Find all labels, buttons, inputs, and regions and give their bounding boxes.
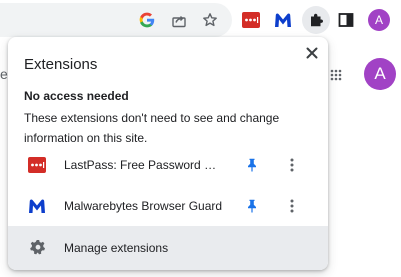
star-icon[interactable] (201, 11, 219, 29)
browser-toolbar: A (0, 0, 401, 40)
section-title: No access needed (24, 89, 129, 103)
more-options-icon[interactable] (284, 155, 300, 175)
extensions-popup: Extensions No access needed These extens… (8, 37, 328, 270)
popup-title: Extensions (24, 56, 98, 73)
pin-icon[interactable] (244, 156, 260, 174)
pin-icon[interactable] (244, 197, 260, 215)
side-panel-icon[interactable] (337, 11, 355, 29)
address-bar[interactable] (0, 3, 232, 37)
lastpass-icon (28, 157, 46, 173)
share-icon[interactable] (170, 11, 188, 29)
profile-avatar[interactable]: A (368, 9, 390, 31)
lastpass-extension-icon[interactable] (241, 10, 261, 30)
page-edge-text: e (0, 66, 8, 82)
google-g-icon[interactable] (138, 11, 156, 29)
browser-window: A e A Extensions No access needed These … (0, 0, 401, 277)
extension-item-malwarebytes[interactable]: Malwarebytes Browser Guard (8, 189, 328, 223)
puzzle-icon[interactable] (302, 6, 330, 34)
apps-grid-icon[interactable] (330, 68, 342, 81)
malwarebytes-extension-icon[interactable] (273, 10, 293, 30)
close-icon[interactable] (302, 43, 322, 63)
more-options-icon[interactable] (284, 196, 300, 216)
extension-item-lastpass[interactable]: LastPass: Free Password Manager (8, 148, 328, 182)
malwarebytes-icon (28, 198, 46, 214)
extension-label: LastPass: Free Password Manager (64, 158, 224, 172)
manage-extensions-label: Manage extensions (64, 241, 169, 255)
extension-label: Malwarebytes Browser Guard (64, 199, 223, 213)
section-description: These extensions don't need to see and c… (24, 111, 280, 145)
page-account-avatar[interactable]: A (364, 58, 396, 90)
manage-extensions-button[interactable]: Manage extensions (8, 226, 328, 270)
gear-icon (30, 239, 48, 257)
